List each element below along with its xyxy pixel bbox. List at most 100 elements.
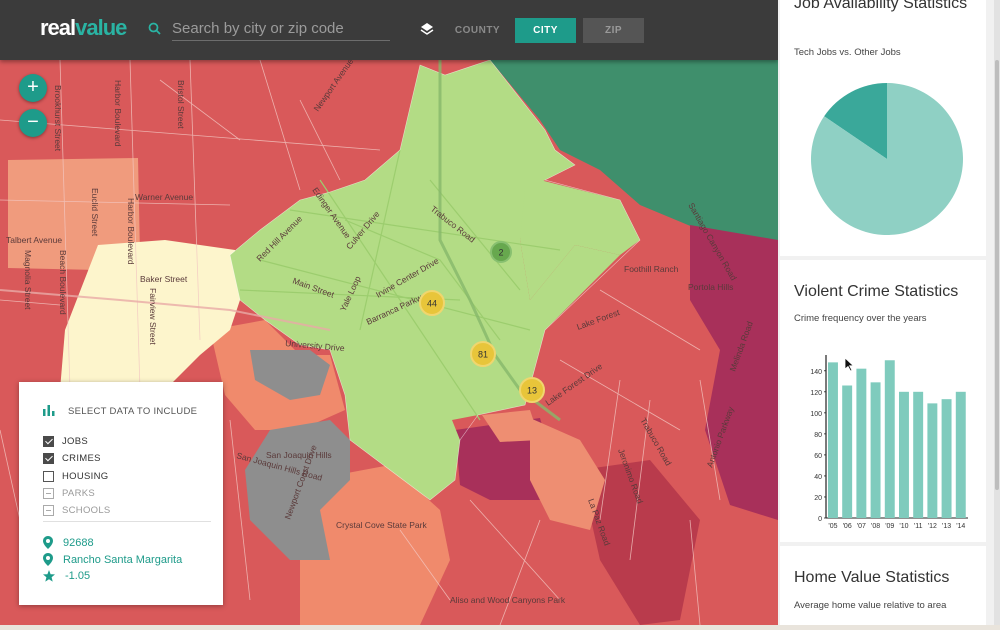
cluster-count: 13 <box>527 386 537 396</box>
search-input[interactable] <box>172 16 390 41</box>
street-label: Beach Boulevard <box>58 250 68 315</box>
search-icon[interactable] <box>148 22 161 35</box>
city-value: Rancho Santa Margarita <box>63 553 183 566</box>
star-icon <box>43 570 55 582</box>
crime-bar <box>842 385 853 518</box>
x-tick-label: '09 <box>885 523 894 530</box>
card-subtitle: Crime frequency over the years <box>794 313 927 324</box>
data-selection-panel: SELECT DATA TO INCLUDE JOBS CRIMES HOUSI… <box>19 382 223 605</box>
cluster-count: 44 <box>427 299 437 309</box>
top-bar: realvalue COUNTY CITY ZIP <box>0 0 778 60</box>
job-stats-card: Job Availability Statistics Tech Jobs vs… <box>780 0 986 256</box>
street-label: Harbor Boulevard <box>126 198 136 265</box>
checkbox-parks <box>43 487 54 499</box>
y-tick-label: 120 <box>810 390 822 397</box>
view-mode-zip-button[interactable]: ZIP <box>583 18 644 43</box>
x-tick-label: '05 <box>828 523 837 530</box>
app-logo[interactable]: realvalue <box>40 15 127 41</box>
x-tick-label: '10 <box>899 523 908 530</box>
crime-bar <box>828 362 838 518</box>
street-label: Euclid Street <box>90 188 100 237</box>
crime-bar <box>927 403 938 518</box>
cluster-marker[interactable]: 2 <box>490 241 512 263</box>
panel-divider <box>43 521 211 522</box>
x-tick-label: '13 <box>942 523 951 530</box>
location-pin-icon <box>43 553 53 566</box>
option-housing[interactable]: HOUSING <box>43 469 108 483</box>
x-tick-label: '12 <box>928 523 937 530</box>
info-score: -1.05 <box>43 570 90 582</box>
street-label: Aliso and Wood Canyons Park <box>450 595 566 605</box>
score-value: -1.05 <box>65 570 91 582</box>
option-label: HOUSING <box>62 470 109 482</box>
street-label: Talbert Avenue <box>6 235 62 245</box>
checkbox-crimes[interactable] <box>43 452 54 464</box>
card-title: Violent Crime Statistics <box>794 283 959 300</box>
zoom-in-button[interactable]: + <box>19 74 47 102</box>
crime-bar <box>870 382 881 518</box>
option-crimes[interactable]: CRIMES <box>43 451 101 465</box>
street-label: Fairview Street <box>148 288 158 345</box>
location-pin-icon <box>43 536 53 549</box>
y-tick-label: 80 <box>814 432 822 439</box>
street-label: Warner Avenue <box>135 192 193 202</box>
cluster-marker[interactable]: 13 <box>519 377 545 403</box>
sidebar-scrollbar-thumb[interactable] <box>995 60 999 490</box>
mouse-cursor-icon <box>845 358 855 372</box>
crime-bar <box>941 399 952 518</box>
street-label: Bristol Street <box>176 80 186 129</box>
card-title: Job Availability Statistics <box>794 0 968 12</box>
street-label: Magnolia Street <box>23 250 33 310</box>
crime-bar <box>884 360 895 518</box>
street-label: Brookhurst Street <box>53 85 63 152</box>
zoom-out-button[interactable]: − <box>19 109 47 137</box>
jobs-pie-chart <box>811 83 963 235</box>
x-tick-label: '11 <box>914 523 923 530</box>
option-label: CRIMES <box>62 452 101 464</box>
crime-bar-chart: 0 20 40 60 80 100 120 140 '05 '06 '07 '08 '09 '10 '11 '… <box>810 355 968 530</box>
option-schools: SCHOOLS <box>43 503 111 517</box>
home-value-card: Home Value Statistics Average home value… <box>780 546 986 625</box>
logo-text-white: real <box>40 15 76 40</box>
crime-bar <box>856 368 867 518</box>
x-tick-label: '08 <box>871 523 880 530</box>
checkbox-housing[interactable] <box>43 470 54 482</box>
option-parks: PARKS <box>43 486 95 500</box>
street-label: Harbor Boulevard <box>113 80 123 147</box>
cluster-marker[interactable]: 81 <box>470 341 496 367</box>
cluster-count: 81 <box>478 350 488 360</box>
card-title: Home Value Statistics <box>794 569 950 586</box>
statistics-sidebar[interactable]: Job Availability Statistics Tech Jobs vs… <box>778 0 1000 625</box>
bar-chart-icon <box>43 405 55 416</box>
panel-title: SELECT DATA TO INCLUDE <box>68 406 198 417</box>
option-label: JOBS <box>62 435 89 447</box>
street-label: Portola Hills <box>688 282 733 292</box>
option-label: SCHOOLS <box>62 504 111 516</box>
street-label: Baker Street <box>140 274 188 284</box>
x-tick-label: '06 <box>843 523 852 530</box>
card-subtitle: Tech Jobs vs. Other Jobs <box>794 47 901 58</box>
card-subtitle: Average home value relative to area <box>794 600 947 611</box>
crime-bar <box>913 391 924 518</box>
y-tick-label: 100 <box>810 411 822 418</box>
x-tick-label: '14 <box>956 523 965 530</box>
checkbox-jobs[interactable] <box>43 435 54 447</box>
street-label: San Joaquin Hills <box>266 450 332 460</box>
layers-icon[interactable] <box>420 22 434 36</box>
street-label: Crystal Cove State Park <box>336 520 427 530</box>
option-jobs[interactable]: JOBS <box>43 434 88 448</box>
y-tick-label: 20 <box>814 495 822 502</box>
crime-stats-card: Violent Crime Statistics Crime frequency… <box>780 260 986 542</box>
view-mode-city-button[interactable]: CITY <box>515 18 576 43</box>
zip-value: 92688 <box>63 536 94 549</box>
view-mode-county-button[interactable]: COUNTY <box>450 18 505 43</box>
cluster-count: 2 <box>498 248 503 258</box>
y-tick-label: 140 <box>810 369 822 376</box>
cluster-marker[interactable]: 44 <box>419 290 445 316</box>
y-tick-label: 40 <box>814 474 822 481</box>
option-label: PARKS <box>62 487 96 499</box>
checkbox-schools <box>43 504 54 516</box>
y-tick-label: 60 <box>814 453 822 460</box>
crime-bar <box>899 391 909 518</box>
info-city: Rancho Santa Margarita <box>43 553 182 566</box>
